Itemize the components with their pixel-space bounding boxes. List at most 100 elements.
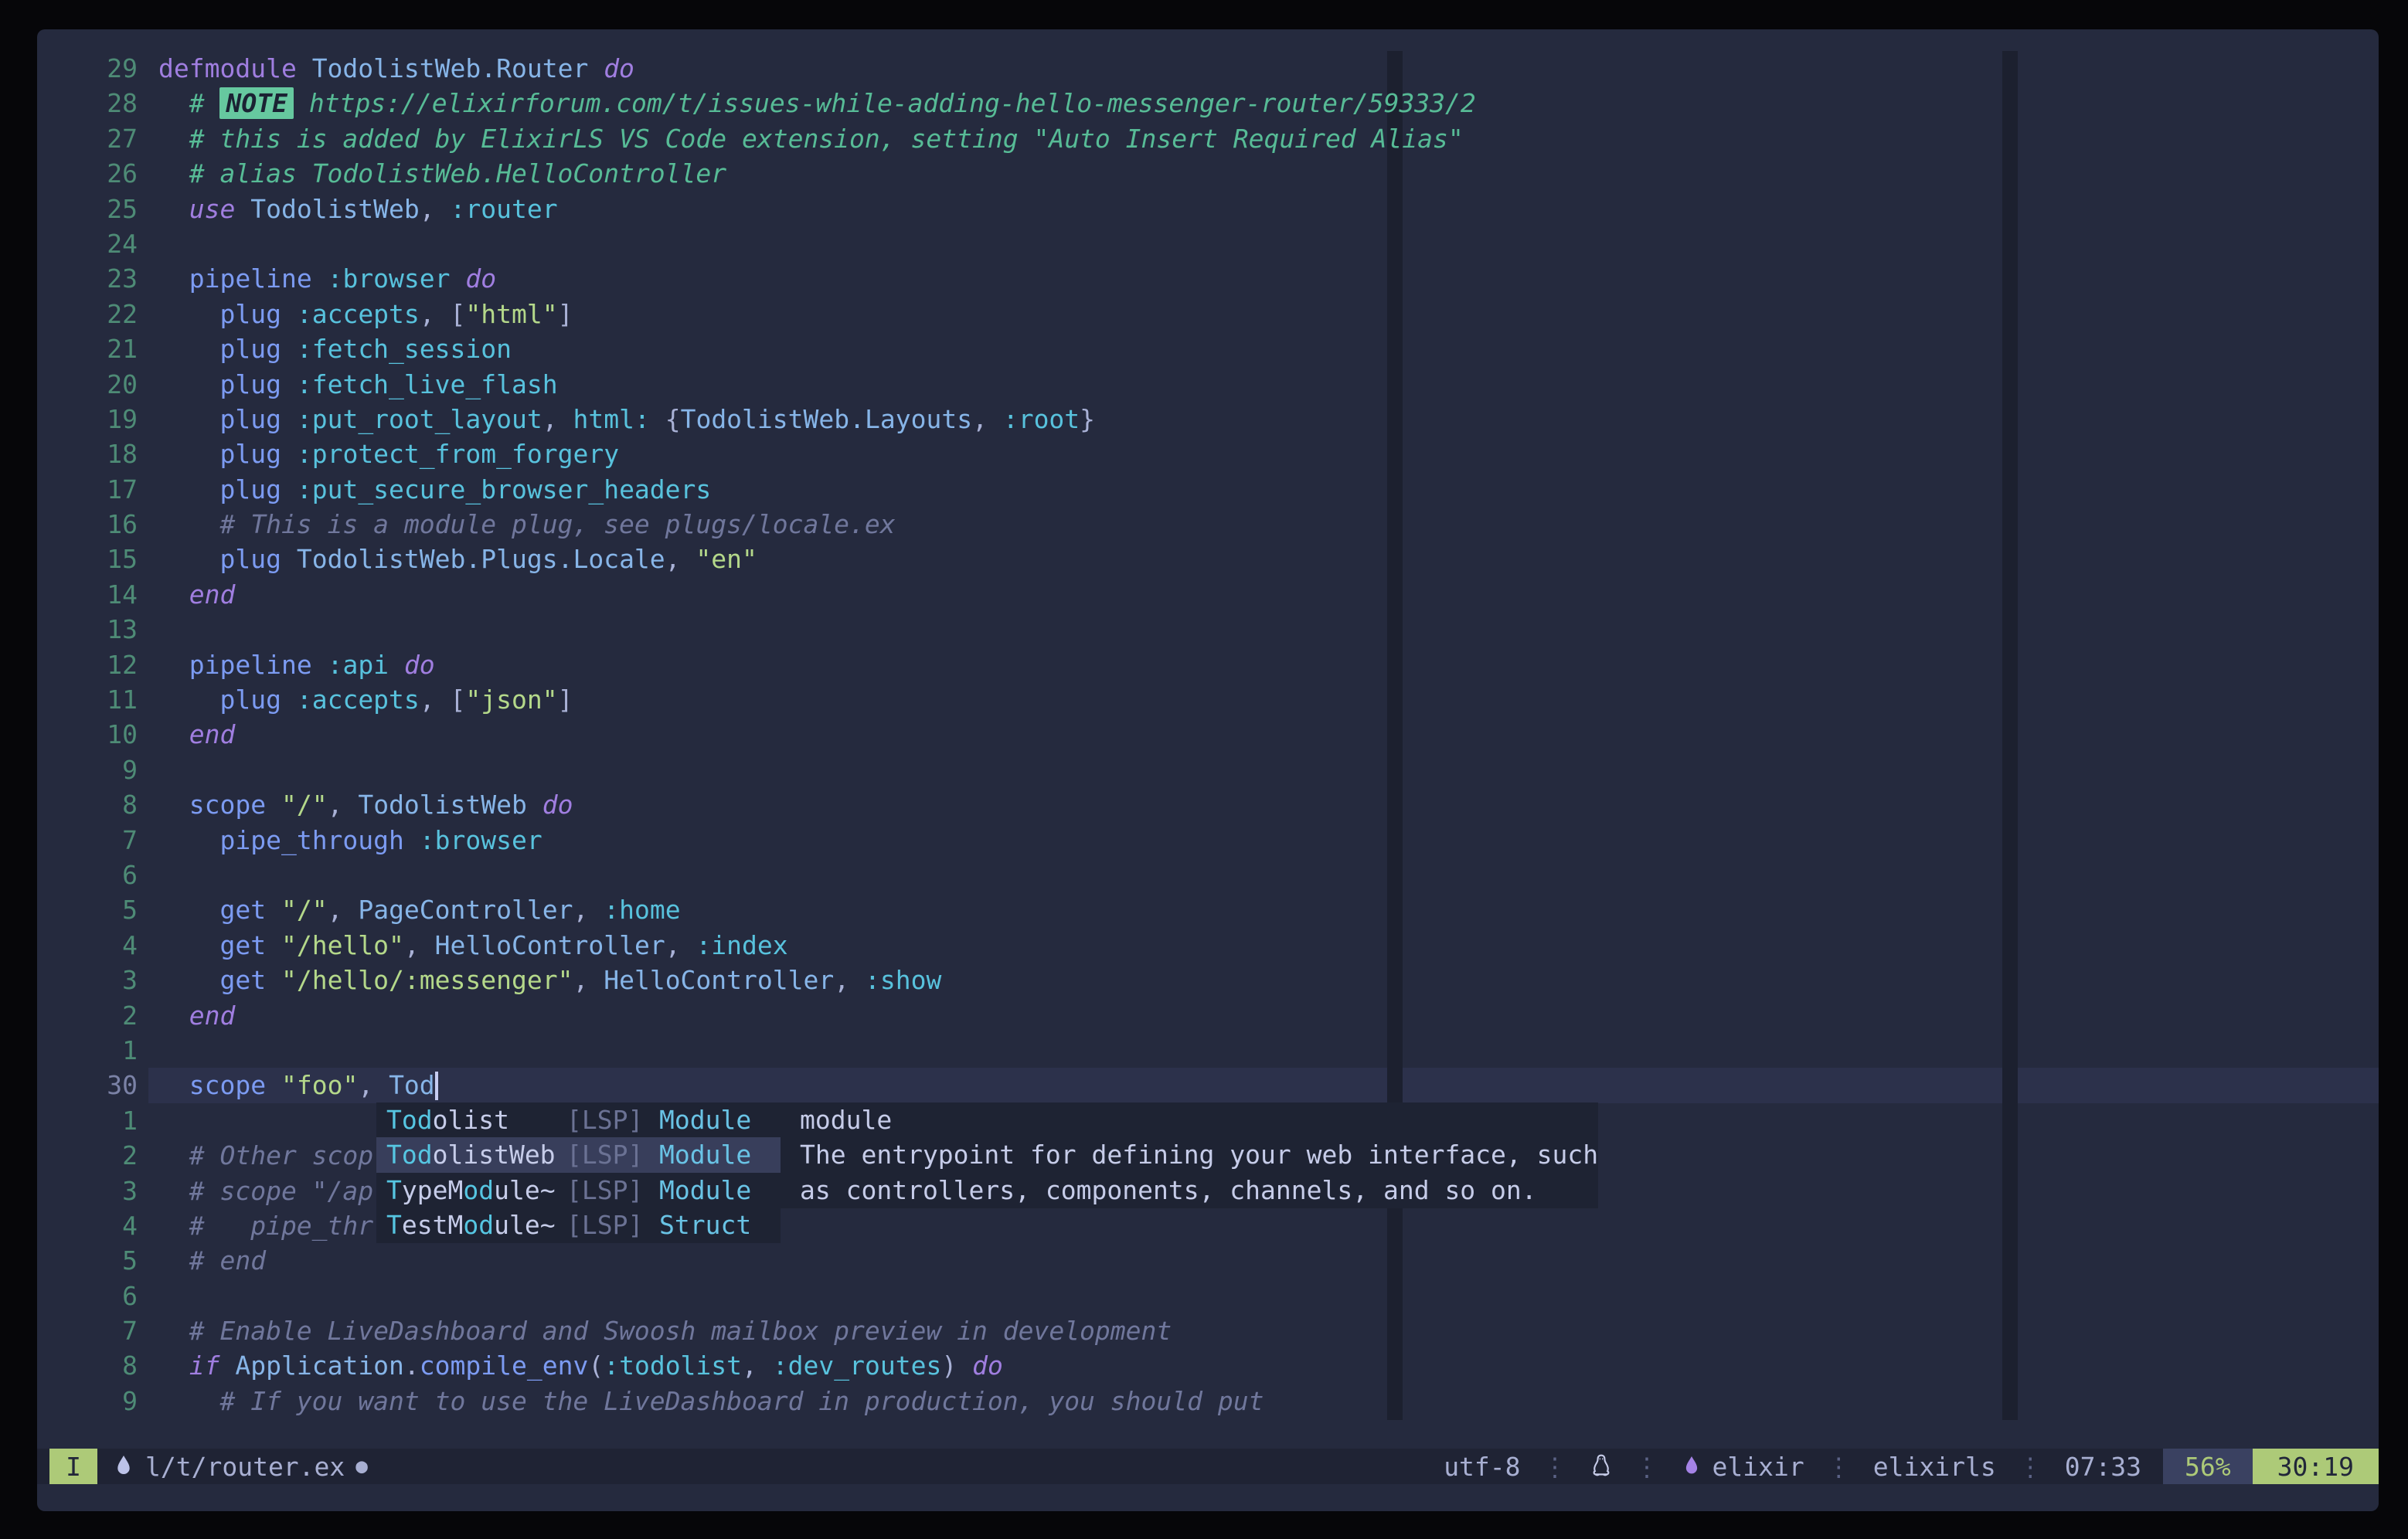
completion-menu[interactable]: Todolist[LSP]ModuleTodolistWeb[LSP]Modul… xyxy=(376,1102,781,1243)
code-line-26[interactable]: 26 # alias TodolistWeb.HelloController xyxy=(37,156,1476,191)
line-number: 26 xyxy=(37,156,138,191)
code-line-6[interactable]: 6 xyxy=(37,858,1476,892)
line-number: 6 xyxy=(37,1279,138,1313)
code-line-24[interactable]: 24 xyxy=(37,226,1476,261)
line-number: 15 xyxy=(37,542,138,576)
code-line-28[interactable]: 28 # NOTE https://elixirforum.com/t/issu… xyxy=(37,86,1476,121)
code-line-19[interactable]: 19 plug :put_root_layout, html: {Todolis… xyxy=(37,402,1476,437)
completion-item-selected[interactable]: TodolistWeb[LSP]Module xyxy=(376,1137,781,1172)
code-line-7[interactable]: 7 pipe_through :browser xyxy=(37,823,1476,858)
code-line-13[interactable]: 13 xyxy=(37,612,1476,647)
line-content: if Application.compile_env(:todolist, :d… xyxy=(158,1350,1003,1381)
line-content: pipeline :api do xyxy=(158,650,435,680)
code-line-18[interactable]: 18 plug :protect_from_forgery xyxy=(37,437,1476,471)
elixir-drop-icon xyxy=(1682,1453,1702,1480)
doc-line: module xyxy=(800,1102,1598,1137)
line-content: get "/hello", HelloController, :index xyxy=(158,930,788,960)
line-number: 30 xyxy=(37,1068,138,1102)
line-number: 19 xyxy=(37,402,138,437)
completion-item[interactable]: Todolist[LSP]Module xyxy=(376,1102,781,1137)
line-number: 24 xyxy=(37,226,138,261)
line-content: plug TodolistWeb.Plugs.Locale, "en" xyxy=(158,544,757,574)
code-line-14[interactable]: 14 end xyxy=(37,577,1476,612)
code-line-16[interactable]: 16 # This is a module plug, see plugs/lo… xyxy=(37,507,1476,542)
line-number: 8 xyxy=(37,1348,138,1383)
code-line-7[interactable]: 7 # Enable LiveDashboard and Swoosh mail… xyxy=(37,1313,1476,1348)
statusline-separator: ⋮ xyxy=(1542,1452,1568,1482)
filetype-label: elixir xyxy=(1712,1452,1804,1482)
line-number: 22 xyxy=(37,297,138,331)
line-number: 17 xyxy=(37,472,138,507)
line-number: 18 xyxy=(37,437,138,471)
code-line-11[interactable]: 11 plug :accepts, ["json"] xyxy=(37,682,1476,717)
modified-indicator: ● xyxy=(355,1455,368,1478)
code-line-25[interactable]: 25 use TodolistWeb, :router xyxy=(37,192,1476,226)
code-line-9[interactable]: 9 # If you want to use the LiveDashboard… xyxy=(37,1384,1476,1418)
code-line-10[interactable]: 10 end xyxy=(37,717,1476,752)
droplet-icon xyxy=(113,1453,134,1480)
text-cursor xyxy=(435,1072,438,1100)
code-line-1[interactable]: 1 xyxy=(37,1033,1476,1068)
line-number: 7 xyxy=(37,823,138,858)
line-content: pipe_through :browser xyxy=(158,825,542,855)
code-line-4[interactable]: 4 get "/hello", HelloController, :index xyxy=(37,928,1476,963)
line-number: 20 xyxy=(37,367,138,402)
statusline: I l/t/router.ex ● utf-8 ⋮ ⋮ elixir ⋮ eli… xyxy=(37,1449,2379,1484)
line-content: # Other scop xyxy=(158,1140,373,1170)
line-number: 9 xyxy=(37,1384,138,1418)
statusline-separator: ⋮ xyxy=(1826,1452,1852,1482)
line-number: 12 xyxy=(37,647,138,682)
code-line-23[interactable]: 23 pipeline :browser do xyxy=(37,261,1476,296)
line-number: 1 xyxy=(37,1103,138,1138)
cursor-position: 30:19 xyxy=(2253,1449,2379,1484)
line-number: 10 xyxy=(37,717,138,752)
line-content: use TodolistWeb, :router xyxy=(158,194,558,224)
line-content: end xyxy=(158,579,235,610)
clock-label: 07:33 xyxy=(2065,1452,2141,1482)
line-content: # Enable LiveDashboard and Swoosh mailbo… xyxy=(158,1316,1172,1346)
code-line-17[interactable]: 17 plug :put_secure_browser_headers xyxy=(37,472,1476,507)
line-content: scope "foo", Tod xyxy=(158,1070,435,1100)
doc-line: as controllers, components, channels, an… xyxy=(800,1173,1598,1208)
line-content: # pipe_thr xyxy=(158,1211,373,1241)
code-line-21[interactable]: 21 plug :fetch_session xyxy=(37,331,1476,366)
completion-docs: moduleThe entrypoint for defining your w… xyxy=(781,1102,1598,1208)
note-badge: NOTE xyxy=(219,87,293,119)
code-line-20[interactable]: 20 plug :fetch_live_flash xyxy=(37,367,1476,402)
code-line-29[interactable]: 29defmodule TodolistWeb.Router do xyxy=(37,51,1476,86)
line-content: # This is a module plug, see plugs/local… xyxy=(158,509,896,539)
line-number: 27 xyxy=(37,121,138,156)
completion-item[interactable]: TypeModule~[LSP]Module xyxy=(376,1173,781,1208)
code-line-8[interactable]: 8 if Application.compile_env(:todolist, … xyxy=(37,1348,1476,1383)
code-line-12[interactable]: 12 pipeline :api do xyxy=(37,647,1476,682)
tux-icon xyxy=(1590,1453,1613,1480)
line-number: 9 xyxy=(37,753,138,787)
line-content: pipeline :browser do xyxy=(158,263,496,294)
line-content: plug :accepts, ["html"] xyxy=(158,299,573,329)
code-line-3[interactable]: 3 get "/hello/:messenger", HelloControll… xyxy=(37,963,1476,997)
statusline-left: I l/t/router.ex ● xyxy=(37,1449,368,1484)
code-line-27[interactable]: 27 # this is added by ElixirLS VS Code e… xyxy=(37,121,1476,156)
code-line-22[interactable]: 22 plug :accepts, ["html"] xyxy=(37,297,1476,331)
code-line-15[interactable]: 15 plug TodolistWeb.Plugs.Locale, "en" xyxy=(37,542,1476,576)
code-line-8[interactable]: 8 scope "/", TodolistWeb do xyxy=(37,787,1476,822)
line-number: 5 xyxy=(37,892,138,927)
code-line-5[interactable]: 5 get "/", PageController, :home xyxy=(37,892,1476,927)
terminal-window: 29defmodule TodolistWeb.Router do28 # NO… xyxy=(37,29,2379,1511)
code-line-9[interactable]: 9 xyxy=(37,753,1476,787)
line-content: plug :put_secure_browser_headers xyxy=(158,474,711,505)
completion-item[interactable]: TestModule~[LSP]Struct xyxy=(376,1208,781,1242)
line-content: plug :fetch_session xyxy=(158,334,512,364)
line-number: 8 xyxy=(37,787,138,822)
code-line-30-current[interactable]: 30 scope "foo", Tod xyxy=(37,1068,1476,1102)
code-line-2[interactable]: 2 end xyxy=(37,998,1476,1033)
code-line-5[interactable]: 5 # end xyxy=(37,1243,1476,1278)
line-content: # scope "/ap xyxy=(158,1176,373,1206)
line-number: 3 xyxy=(37,963,138,997)
line-content: # alias TodolistWeb.HelloController xyxy=(158,158,726,189)
line-number: 25 xyxy=(37,192,138,226)
statusline-separator: ⋮ xyxy=(2018,1452,2043,1482)
line-number: 2 xyxy=(37,1138,138,1173)
code-line-6[interactable]: 6 xyxy=(37,1279,1476,1313)
filename-label: l/t/router.ex xyxy=(145,1452,345,1482)
